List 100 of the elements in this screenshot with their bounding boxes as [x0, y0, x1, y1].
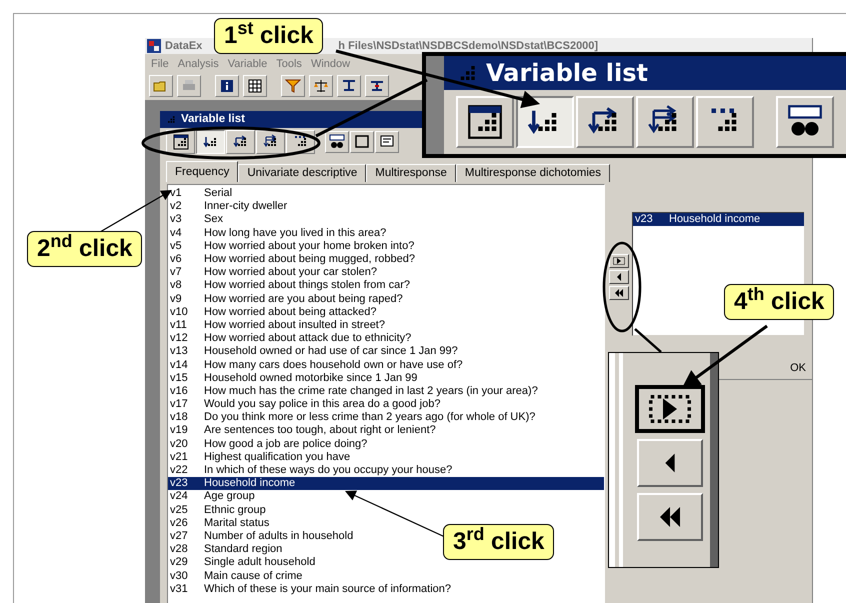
left-arrow-icon	[662, 453, 676, 473]
variable-row[interactable]: v15 Household owned motorbike since 1 Jan 99	[168, 372, 418, 385]
variable-row[interactable]: v9 How worried are you about being raped?	[168, 292, 403, 306]
table-window-icon	[172, 134, 188, 150]
variable-label: Household owned or had use of car since 1 Jan 99?	[204, 346, 458, 358]
variable-code: v29	[170, 557, 189, 568]
variable-code: v5	[170, 240, 183, 252]
variable-label: How long have you lived in this area?	[204, 228, 386, 239]
variable-row[interactable]: v2 Inner-city dweller	[168, 200, 288, 214]
toolbar-button[interactable]	[516, 96, 574, 148]
variable-label: Would you say police in this area do a good job?	[204, 399, 440, 410]
document-icon	[379, 134, 395, 150]
ok-label: OK	[790, 361, 806, 376]
variable-row[interactable]: v23 Household income	[168, 477, 604, 490]
variable-label: Are sentences too tough, about right or lenient?	[204, 425, 436, 436]
variable-code: v11	[170, 320, 188, 331]
variable-code: v4	[170, 228, 183, 239]
variable-row[interactable]: v11 How worried about insulted in street?	[168, 318, 385, 332]
variable-label: Highest qualification you have	[204, 452, 350, 463]
variable-row[interactable]: v21 Highest qualification you have	[168, 450, 350, 464]
table-icon	[247, 78, 263, 94]
variable-row[interactable]: v13 Household owned or had use of car since 1 Jan 99?	[168, 345, 458, 358]
callout-label: 3$^{rd}$ click	[443, 524, 554, 560]
variable-label: Marital status	[204, 518, 270, 529]
variable-row[interactable]: v25 Ethnic group	[168, 504, 266, 517]
variable-label: Main cause of crime	[204, 570, 302, 582]
frame-icon	[354, 134, 370, 150]
variable-row[interactable]: v10 How worried about being attacked?	[168, 306, 376, 319]
variable-code: v17	[170, 399, 189, 410]
variable-label: Single adult household	[204, 557, 316, 568]
variable-row[interactable]: v22 In which of these ways do you occupy your house?	[168, 464, 452, 478]
tab[interactable]: Frequency	[166, 161, 238, 182]
variable-row[interactable]: v3 Sex	[168, 213, 223, 227]
selected-row[interactable]: v23 Household income	[633, 213, 804, 226]
variable-code: v1	[170, 188, 183, 200]
variable-code: v25	[170, 504, 189, 516]
variable-row[interactable]: v12 How worried about attack due to ethnicity?	[168, 332, 412, 346]
variable-code: v14	[170, 360, 189, 371]
variable-row[interactable]: v6 How worried about being mugged, robbed?	[168, 252, 415, 266]
variable-label: Household owned motorbike since 1 Jan 99	[204, 372, 418, 384]
inset-title: Variable list	[486, 58, 648, 89]
double-left-arrow-icon	[614, 289, 624, 297]
variable-code: v7	[170, 267, 183, 278]
variable-label: How worried about being attacked?	[204, 306, 376, 318]
variable-label: Inner-city dweller	[204, 201, 288, 212]
variable-code: v15	[170, 372, 189, 384]
variable-code: v16	[170, 386, 189, 397]
variable-row[interactable]: v27 Number of adults in household	[168, 530, 354, 544]
variable-label: How worried about things stolen from car?	[204, 280, 410, 292]
child-window-title: Variable list	[181, 112, 245, 127]
tab[interactable]: Multiresponse dichotomies	[456, 164, 610, 182]
variable-row[interactable]: v18 Do you think more or less crime than 2 years ago (for whole of UK)?	[168, 411, 536, 424]
add-button[interactable]	[634, 385, 704, 433]
variable-row[interactable]: v16 How much has the crime rate changed in last 2 years (in your area)?	[168, 384, 538, 398]
variable-label: Household income	[204, 478, 296, 490]
callout-label: 4$^{th}$ click	[724, 284, 834, 320]
variable-label: Which of these is your main source of information?	[204, 584, 452, 595]
variable-row[interactable]: v19 Are sentences too tough, about right or lenient?	[168, 424, 436, 438]
binoculars-icon	[329, 134, 345, 150]
variable-code: v20	[170, 438, 189, 450]
variable-label: In which of these ways do you occupy your house?	[204, 465, 452, 476]
variable-code: v28	[170, 544, 189, 556]
variable-code: v13	[170, 346, 189, 358]
variable-row[interactable]: v14 How many cars does household own or have use of?	[168, 358, 463, 372]
variable-label: Standard region	[204, 544, 282, 556]
variable-code: v9	[170, 294, 183, 305]
variable-code: v27	[170, 530, 189, 542]
variable-code: v24	[170, 491, 189, 502]
variable-code: v21	[170, 452, 189, 463]
variable-row[interactable]: v28 Standard region	[168, 543, 282, 556]
variable-label: Number of adults in household	[204, 530, 354, 542]
variable-row[interactable]: v8 How worried about things stolen from car?	[168, 279, 410, 292]
variable-code: v30	[170, 570, 189, 582]
tree-icon	[341, 78, 357, 94]
tab[interactable]: Multiresponse	[366, 164, 456, 182]
variable-row[interactable]: v20 How good a job are police doing?	[168, 438, 368, 451]
variable-label: Household income	[669, 214, 760, 225]
variable-row[interactable]: v17 Would you say police in this area do a good job?	[168, 398, 440, 412]
remove-button[interactable]	[636, 439, 702, 487]
variable-row[interactable]: v7 How worried about your car stolen?	[168, 266, 378, 280]
variable-label: How worried about attack due to ethnicity?	[204, 333, 412, 344]
tab[interactable]: Univariate descriptive	[238, 164, 366, 182]
filter-icon	[285, 78, 301, 94]
variable-label: How worried about your home broken into?	[204, 240, 414, 252]
variable-row[interactable]: v5 How worried about your home broken into?	[168, 240, 414, 253]
variable-row[interactable]: v1 Serial	[168, 187, 232, 200]
variable-row[interactable]: v30 Main cause of crime	[168, 569, 302, 583]
remove-all-button[interactable]	[636, 493, 702, 541]
variable-label: How much has the crime rate changed in last 2 years (in your area)?	[204, 386, 538, 397]
toolbar-button[interactable]	[196, 130, 225, 154]
variable-row[interactable]: v26 Marital status	[168, 516, 270, 530]
remove-button[interactable]	[608, 270, 628, 284]
remove-all-button[interactable]	[608, 286, 628, 300]
variable-row[interactable]: v4 How long have you lived in this area?	[168, 226, 386, 240]
variable-code: v26	[170, 518, 189, 529]
variable-row[interactable]: v29 Single adult household	[168, 556, 316, 570]
table-window-icon	[467, 104, 503, 140]
variable-row[interactable]: v31 Which of these is your main source of information?	[168, 582, 452, 596]
variable-label: How worried about insulted in street?	[204, 320, 385, 331]
variable-row[interactable]: v24 Age group	[168, 490, 255, 504]
